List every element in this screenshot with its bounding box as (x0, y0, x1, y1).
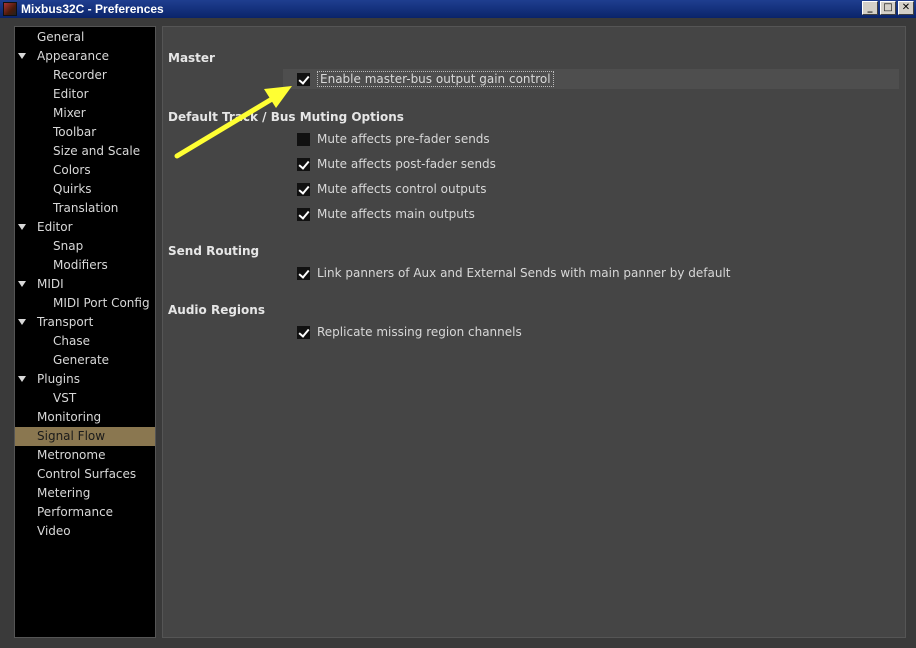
sidebar-item-label: Metronome (37, 448, 106, 462)
sidebar-item-label: Modifiers (53, 258, 108, 272)
sidebar-item-recorder[interactable]: Recorder (15, 66, 155, 85)
option-mute-main-outputs[interactable]: Mute affects main outputs (297, 204, 475, 224)
sidebar-item-label: Performance (37, 505, 114, 519)
checkbox[interactable] (297, 325, 310, 339)
option-enable-master-bus-gain[interactable]: Enable master-bus output gain control (283, 69, 899, 89)
sidebar-item-label: Colors (53, 163, 91, 177)
preferences-content: Master Enable master-bus output gain con… (162, 26, 906, 638)
sidebar-item-editor[interactable]: Editor (15, 218, 155, 237)
sidebar-item-label: Editor (53, 87, 89, 101)
preferences-window: Mixbus32C - Preferences _ □ ✕ General App… (0, 0, 916, 648)
section-title-master: Master (168, 51, 215, 65)
option-label: Enable master-bus output gain control (317, 71, 554, 87)
sidebar-item-generate[interactable]: Generate (15, 351, 155, 370)
sidebar-item-label: Size and Scale (53, 144, 141, 158)
option-mute-control-outputs[interactable]: Mute affects control outputs (297, 179, 486, 199)
sidebar-item-appearance[interactable]: Appearance (15, 47, 155, 66)
expand-triangle-icon[interactable] (18, 53, 26, 59)
sidebar-item-snap[interactable]: Snap (15, 237, 155, 256)
sidebar-item-colors[interactable]: Colors (15, 161, 155, 180)
checkbox[interactable] (297, 132, 310, 146)
sidebar-item-modifiers[interactable]: Modifiers (15, 256, 155, 275)
maximize-button[interactable]: □ (880, 1, 896, 15)
minimize-button[interactable]: _ (862, 1, 878, 15)
sidebar-item-label: Quirks (53, 182, 92, 196)
sidebar-item-label: MIDI (37, 277, 64, 291)
sidebar-item-chase[interactable]: Chase (15, 332, 155, 351)
sidebar-item-vst[interactable]: VST (15, 389, 155, 408)
sidebar-item-label: MIDI Port Config (53, 296, 150, 310)
sidebar-item-label: Appearance (37, 49, 110, 63)
checkbox[interactable] (297, 207, 310, 221)
window-controls: _ □ ✕ (862, 1, 914, 15)
option-mute-post-fader[interactable]: Mute affects post-fader sends (297, 154, 496, 174)
sidebar-item-label: Monitoring (37, 410, 102, 424)
sidebar-item-quirks[interactable]: Quirks (15, 180, 155, 199)
sidebar-item-label: Mixer (53, 106, 86, 120)
sidebar-item-label: Metering (37, 486, 91, 500)
sidebar-item-general[interactable]: General (15, 28, 155, 47)
sidebar-item-mixer[interactable]: Mixer (15, 104, 155, 123)
sidebar-item-metering[interactable]: Metering (15, 484, 155, 503)
close-button[interactable]: ✕ (898, 1, 914, 15)
section-title-send-routing: Send Routing (168, 244, 260, 258)
window-title: Mixbus32C - Preferences (21, 2, 164, 16)
checkbox[interactable] (297, 182, 310, 196)
expand-triangle-icon[interactable] (18, 376, 26, 382)
option-label: Mute affects post-fader sends (317, 157, 496, 171)
sidebar-item-label: Translation (53, 201, 119, 215)
client-area: General Appearance Recorder Editor Mixer Tool… (0, 18, 916, 648)
checkbox[interactable] (297, 157, 310, 171)
sidebar-item-label: Recorder (53, 68, 107, 82)
app-icon (3, 2, 17, 16)
sidebar-item-label: Chase (53, 334, 90, 348)
sidebar-item-label: Snap (53, 239, 84, 253)
sidebar-item-video[interactable]: Video (15, 522, 155, 541)
sidebar-item-label: Generate (53, 353, 110, 367)
sidebar-item-metronome[interactable]: Metronome (15, 446, 155, 465)
sidebar-item-label: Plugins (37, 372, 80, 386)
option-label: Mute affects pre-fader sends (317, 132, 490, 146)
section-title-audio-regions: Audio Regions (168, 303, 265, 317)
sidebar-item-control-surfaces[interactable]: Control Surfaces (15, 465, 155, 484)
sidebar-item-midi[interactable]: MIDI (15, 275, 155, 294)
sidebar-item-size-and-scale[interactable]: Size and Scale (15, 142, 155, 161)
sidebar-item-plugins[interactable]: Plugins (15, 370, 155, 389)
checkbox[interactable] (297, 72, 310, 86)
sidebar-item-label: General (37, 30, 85, 44)
option-mute-pre-fader[interactable]: Mute affects pre-fader sends (297, 129, 490, 149)
sidebar-item-label: VST (53, 391, 77, 405)
option-label: Mute affects main outputs (317, 207, 475, 221)
option-replicate-region-channels[interactable]: Replicate missing region channels (297, 322, 522, 342)
sidebar-item-label: Video (37, 524, 71, 538)
title-bar[interactable]: Mixbus32C - Preferences _ □ ✕ (0, 0, 916, 18)
sidebar-item-monitoring[interactable]: Monitoring (15, 408, 155, 427)
option-label: Mute affects control outputs (317, 182, 487, 196)
sidebar-item-label: Signal Flow (37, 429, 106, 443)
sidebar-item-signal-flow[interactable]: Signal Flow (15, 427, 155, 446)
sidebar-item-midi-port-config[interactable]: MIDI Port Config (15, 294, 155, 313)
expand-triangle-icon[interactable] (18, 281, 26, 287)
checkbox[interactable] (297, 266, 310, 280)
sidebar-item-label: Control Surfaces (37, 467, 137, 481)
section-title-muting: Default Track / Bus Muting Options (168, 110, 404, 124)
option-label: Replicate missing region channels (317, 325, 522, 339)
sidebar-item-translation[interactable]: Translation (15, 199, 155, 218)
sidebar-item-transport[interactable]: Transport (15, 313, 155, 332)
sidebar-item-performance[interactable]: Performance (15, 503, 155, 522)
preferences-sidebar: General Appearance Recorder Editor Mixer Tool… (14, 26, 156, 638)
expand-triangle-icon[interactable] (18, 319, 26, 325)
sidebar-item-label: Transport (37, 315, 94, 329)
sidebar-item-label: Editor (37, 220, 73, 234)
option-label: Link panners of Aux and External Sends w… (317, 266, 731, 280)
sidebar-item-label: Toolbar (53, 125, 97, 139)
option-link-panners[interactable]: Link panners of Aux and External Sends w… (297, 263, 730, 283)
sidebar-item-editor[interactable]: Editor (15, 85, 155, 104)
expand-triangle-icon[interactable] (18, 224, 26, 230)
sidebar-item-toolbar[interactable]: Toolbar (15, 123, 155, 142)
